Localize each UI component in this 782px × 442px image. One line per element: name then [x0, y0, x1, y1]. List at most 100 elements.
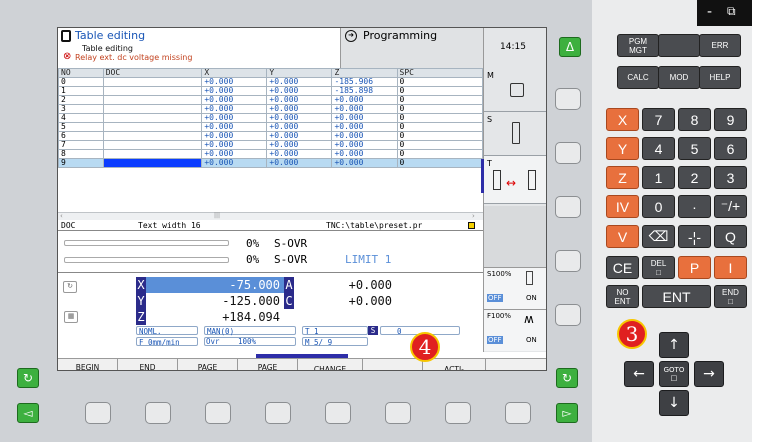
mod-button[interactable]: MOD — [658, 66, 700, 89]
table-cell[interactable]: 0 — [396, 140, 484, 150]
bottom-softkey-5[interactable] — [325, 402, 351, 424]
table-cell[interactable]: 0 — [396, 104, 484, 114]
key-0-1[interactable]: 7 — [642, 108, 675, 131]
table-cell[interactable] — [102, 104, 203, 114]
vertical-softkey-1[interactable] — [555, 88, 581, 110]
bottom-softkey-7[interactable] — [445, 402, 471, 424]
table-cell[interactable] — [102, 158, 203, 168]
table-cell[interactable] — [102, 113, 203, 123]
table-cell[interactable] — [102, 95, 203, 105]
end-key-button[interactable]: END □ — [714, 285, 747, 308]
softkey-8[interactable]: END — [486, 359, 546, 370]
key-0-2[interactable]: 8 — [678, 108, 711, 131]
no-ent-button[interactable]: NO ENT — [606, 285, 639, 308]
table-cell[interactable] — [102, 86, 203, 96]
goto-button[interactable]: GOTO □ — [659, 361, 689, 387]
horizontal-scrollbar[interactable]: ‹ ||| › — [58, 212, 483, 220]
refresh-button[interactable]: ↻ — [17, 368, 39, 388]
vertical-softkey-3[interactable] — [555, 196, 581, 218]
blank-key-button[interactable] — [658, 34, 700, 57]
key-2-0[interactable]: Z — [606, 166, 639, 189]
key-4-1[interactable]: ⌫ — [642, 225, 675, 248]
softkey-3[interactable]: PAGE — [178, 359, 238, 370]
column-header[interactable]: SPC — [396, 68, 484, 78]
scroll-left-icon[interactable]: ‹ — [60, 212, 63, 220]
key-2-2[interactable]: 2 — [678, 166, 711, 189]
vertical-softkey-5[interactable] — [555, 304, 581, 326]
key-1-2[interactable]: 5 — [678, 137, 711, 160]
scroll-right-icon[interactable]: › — [472, 212, 475, 220]
ce-button[interactable]: CE — [606, 256, 639, 279]
ent-button[interactable]: ENT — [642, 285, 711, 308]
table-cell[interactable] — [102, 149, 203, 159]
table-cell[interactable] — [102, 122, 203, 132]
table-cell[interactable]: +0.000 — [331, 158, 398, 168]
refresh-right-button[interactable]: ↻ — [556, 368, 578, 388]
bottom-softkey-8[interactable] — [505, 402, 531, 424]
column-header[interactable]: DOC — [102, 68, 203, 78]
p-button[interactable]: P — [678, 256, 711, 279]
table-cell[interactable]: 0 — [396, 86, 484, 96]
table-cell[interactable]: +0.000 — [201, 158, 268, 168]
pgm-mgt-button[interactable]: PGM MGT — [617, 34, 659, 57]
delta-button[interactable]: Δ — [559, 37, 581, 57]
help-button[interactable]: HELP — [699, 66, 741, 89]
table-cell[interactable]: 0 — [396, 131, 484, 141]
bottom-softkey-3[interactable] — [205, 402, 231, 424]
softkey-2[interactable]: END — [118, 359, 178, 370]
key-0-0[interactable]: X — [606, 108, 639, 131]
key-1-3[interactable]: 6 — [714, 137, 747, 160]
key-3-0[interactable]: IV — [606, 195, 639, 218]
i-button[interactable]: I — [714, 256, 747, 279]
del-button[interactable]: DEL □ — [642, 256, 675, 279]
table-cell[interactable] — [102, 140, 203, 150]
calc-button[interactable]: CALC — [617, 66, 659, 89]
bottom-softkey-6[interactable] — [385, 402, 411, 424]
key-1-0[interactable]: Y — [606, 137, 639, 160]
key-4-2[interactable]: -¦- — [678, 225, 711, 248]
table-cell[interactable]: +0.000 — [266, 158, 333, 168]
restore-button[interactable]: ⧉ — [727, 4, 736, 19]
arrow-left-button[interactable]: ← — [624, 361, 654, 387]
bottom-softkey-2[interactable] — [145, 402, 171, 424]
softkey-left-button[interactable]: ◅ — [17, 403, 39, 423]
key-3-2[interactable]: · — [678, 195, 711, 218]
key-1-1[interactable]: 4 — [642, 137, 675, 160]
f-on-toggle[interactable]: ON — [526, 336, 537, 344]
key-4-0[interactable]: V — [606, 225, 639, 248]
table-cell[interactable]: 0 — [396, 77, 484, 87]
softkey-1[interactable]: BEGIN — [58, 359, 118, 370]
s-on-toggle[interactable]: ON — [526, 294, 537, 302]
err-button[interactable]: ERR — [699, 34, 741, 57]
arrow-up-button[interactable]: ↑ — [659, 332, 689, 358]
key-0-3[interactable]: 9 — [714, 108, 747, 131]
vertical-softkey-2[interactable] — [555, 142, 581, 164]
key-2-1[interactable]: 1 — [642, 166, 675, 189]
softkey-5[interactable]: CHANGE PRESET — [298, 359, 363, 370]
key-4-3[interactable]: Q — [714, 225, 747, 248]
table-row[interactable]: 9 +0.000 +0.000 +0.000 0 — [58, 158, 484, 168]
minimize-button[interactable]: - — [707, 4, 712, 20]
table-cell[interactable]: 0 — [396, 149, 484, 159]
table-cell[interactable]: 0 — [396, 158, 484, 168]
table-cell[interactable] — [102, 77, 203, 87]
table-cell[interactable]: 9 — [58, 158, 104, 168]
table-cell[interactable] — [102, 131, 203, 141]
table-cell[interactable]: 0 — [396, 113, 484, 123]
vertical-softkey-4[interactable] — [555, 250, 581, 272]
s-off-toggle[interactable]: OFF — [487, 294, 503, 302]
softkey-right-button[interactable]: ▻ — [556, 403, 578, 423]
key-2-3[interactable]: 3 — [714, 166, 747, 189]
arrow-down-button[interactable]: ↓ — [659, 390, 689, 416]
softkey-6[interactable] — [363, 359, 423, 370]
softkey-7[interactable]: ACTI- VATE PRESET — [423, 359, 486, 370]
table-cell[interactable]: 0 — [396, 122, 484, 132]
arrow-right-button[interactable]: → — [694, 361, 724, 387]
table-cell[interactable]: 0 — [396, 95, 484, 105]
bottom-softkey-1[interactable] — [85, 402, 111, 424]
bottom-softkey-4[interactable] — [265, 402, 291, 424]
f-off-toggle[interactable]: OFF — [487, 336, 503, 344]
scroll-thumb[interactable]: ||| — [214, 212, 220, 219]
key-3-1[interactable]: 0 — [642, 195, 675, 218]
key-3-3[interactable]: ⁻/+ — [714, 195, 747, 218]
